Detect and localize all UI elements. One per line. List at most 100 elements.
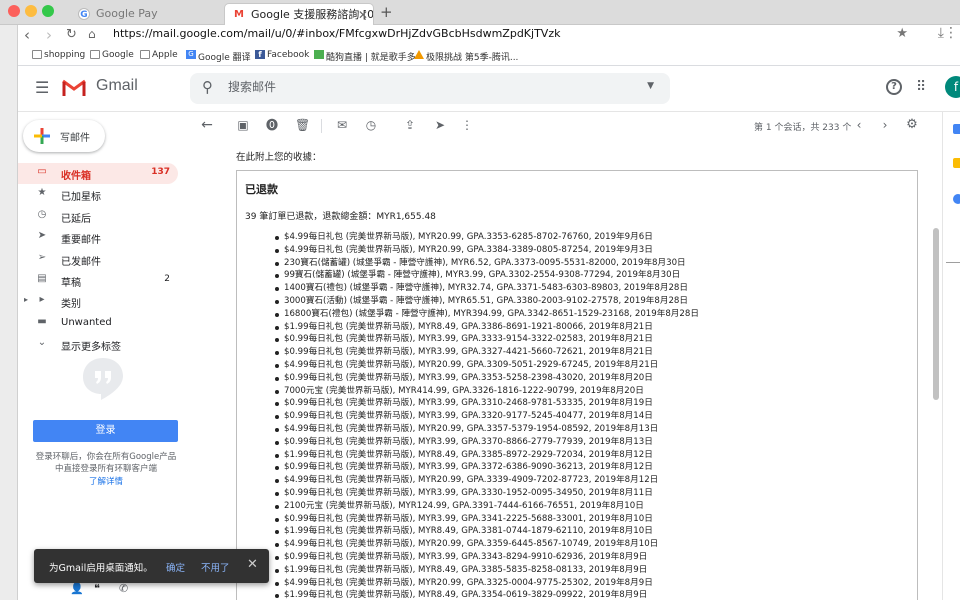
report-spam-icon[interactable]: ⓿ <box>265 118 279 132</box>
pagination-text: 第 1 个会话，共 233 个 <box>754 123 852 133</box>
refund-item: 1400寶石(禮包) (城堡爭霸 - 陣營守護神), MYR32.74, GPA… <box>275 282 909 295</box>
refund-item: 3000寶石(活動) (城堡爭霸 - 陣營守護神), MYR65.51, GPA… <box>275 295 909 308</box>
close-tab-icon[interactable]: ✕ <box>358 4 368 25</box>
older-chevron-icon[interactable]: › <box>878 118 892 132</box>
message-body: 在此附上您的收據： 已退款 39 筆訂單已退款，退款總金額：MYR1,655.4… <box>188 140 930 600</box>
sidebar-item[interactable]: ◷ 已延后 <box>18 206 178 227</box>
refund-item: $4.99每日礼包 (完美世界新马版), MYR20.99, GPA.3339-… <box>275 474 909 487</box>
keep-icon[interactable] <box>953 158 960 168</box>
back-to-inbox-icon[interactable]: ← <box>200 118 214 132</box>
scrollbar-thumb[interactable] <box>933 228 939 400</box>
refund-receipt: 已退款 39 筆訂單已退款，退款總金額：MYR1,655.48 $4.99每日礼… <box>236 170 918 600</box>
archive-icon[interactable]: ▣ <box>236 118 250 132</box>
compose-button[interactable]: 写邮件 <box>23 120 105 152</box>
bookmark-star-icon[interactable]: ★ <box>896 26 908 41</box>
refund-item: 99寶石(儲蓄罐) (城堡爭霸 - 陣營守護神), MYR3.99, GPA.3… <box>275 269 909 282</box>
hangouts-login-button[interactable]: 登录 <box>33 420 178 442</box>
refund-item: 16800寶石(禮包) (城堡爭霸 - 陣營守護神), MYR394.99, G… <box>275 308 909 321</box>
minimize-window-button[interactable] <box>25 5 37 17</box>
message-scrollbar[interactable] <box>930 140 942 600</box>
folder-icon <box>32 50 42 59</box>
refund-item: $4.99每日礼包 (完美世界新马版), MYR20.99, GPA.3384-… <box>275 244 909 257</box>
snackbar-dismiss-button[interactable]: 不用了 <box>201 560 230 574</box>
gmail-header: ☰ Gmail ⚲ ▼ ? ⠿ f <box>18 66 960 112</box>
chat-bubble-icon[interactable]: ❝ <box>94 582 100 595</box>
person-icon[interactable]: 👤 <box>70 582 84 595</box>
toolbar-divider <box>321 119 322 133</box>
close-icon[interactable]: ✕ <box>247 557 258 572</box>
main-menu-icon[interactable]: ☰ <box>35 78 49 97</box>
browser-tab-gmail[interactable]: M Google 支援服務諮詢 [0-40858 ✕ <box>224 3 374 25</box>
phone-icon[interactable]: ✆ <box>119 582 128 595</box>
refund-summary: 39 筆訂單已退款，退款總金額：MYR1,655.48 <box>245 212 436 222</box>
sidebar-item-label: 收件箱 <box>61 171 91 182</box>
move-to-icon[interactable]: ⇪ <box>403 118 417 132</box>
apps-grid-icon[interactable]: ⠿ <box>916 79 926 95</box>
refund-item: $1.99每日礼包 (完美世界新马版), MYR8.49, GPA.3381-0… <box>275 525 909 538</box>
delete-icon[interactable]: 🗑 <box>295 118 310 132</box>
browser-tab-google-pay[interactable]: G Google Pay <box>70 3 222 25</box>
side-panel-rail <box>942 112 960 600</box>
compose-plus-icon <box>33 123 51 150</box>
url-field[interactable]: https://mail.google.com/mail/u/0/#inbox/… <box>113 27 560 40</box>
forward-arrow-icon[interactable]: › <box>46 26 52 44</box>
sidebar-item[interactable]: ⌄ 显示更多标签 <box>18 334 178 355</box>
tasks-icon[interactable] <box>953 194 960 204</box>
snackbar-confirm-button[interactable]: 确定 <box>166 560 185 574</box>
label-icon[interactable]: ➤ <box>433 118 447 132</box>
translate-icon: G <box>186 50 196 59</box>
new-tab-button[interactable]: + <box>380 3 393 21</box>
help-icon[interactable]: ? <box>886 79 902 95</box>
newer-chevron-icon[interactable]: ‹ <box>852 118 866 132</box>
expand-arrow-icon[interactable]: ▸ <box>24 295 28 304</box>
search-input[interactable] <box>228 80 608 94</box>
back-arrow-icon[interactable]: ‹ <box>24 26 30 44</box>
kugou-icon <box>314 50 324 59</box>
snooze-icon[interactable]: ◷ <box>364 118 378 132</box>
more-options-icon[interactable]: ⋮ <box>460 118 474 132</box>
gmail-logo-icon[interactable] <box>62 79 86 97</box>
bookmark-kugou-live[interactable]: 酷狗直播 | 就是歌手多 <box>314 50 416 63</box>
sidebar-item[interactable]: ▸ ▸ 类别 <box>18 291 178 312</box>
avatar[interactable]: f <box>945 76 960 98</box>
settings-gear-icon[interactable]: ⚙ <box>905 118 919 132</box>
calendar-icon[interactable] <box>953 124 960 134</box>
refund-item: $4.99每日礼包 (完美世界新马版), MYR20.99, GPA.3359-… <box>275 538 909 551</box>
refund-item: $4.99每日礼包 (完美世界新马版), MYR20.99, GPA.3357-… <box>275 423 909 436</box>
sidebar-item[interactable]: ▭ 收件箱 137 <box>18 163 178 184</box>
rail-divider <box>946 262 960 263</box>
message-intro: 在此附上您的收據： <box>236 152 322 163</box>
close-window-button[interactable] <box>8 5 20 17</box>
home-icon[interactable]: ⌂ <box>88 27 96 41</box>
bookmark-tencent-video[interactable]: 极限挑战 第5季-腾讯... <box>414 50 518 63</box>
bookmark-google-translate[interactable]: G Google 翻译 <box>186 50 251 63</box>
bookmark-apple[interactable]: Apple <box>140 50 178 60</box>
bookmark-facebook[interactable]: f Facebook <box>255 50 309 60</box>
message-toolbar: ← ▣ ⓿ 🗑 ✉ ◷ ⇪ ➤ ⋮ 第 1 个会话，共 233 个 ‹ › ⚙ <box>188 112 934 140</box>
refund-item: $0.99每日礼包 (完美世界新马版), MYR3.99, GPA.3330-1… <box>275 487 909 500</box>
label-icon: ▸ <box>39 294 45 306</box>
sidebar-item[interactable]: ★ 已加星标 <box>18 184 178 205</box>
sidebar: 写邮件 ▭ 收件箱 137 ★ 已加星标 ◷ 已延后 ➤ 重要邮件 ➢ 已发邮件 ▤ 草稿 2 ▸ ▸ 类别 ▬ U… <box>18 112 188 600</box>
search-icon[interactable]: ⚲ <box>202 78 213 96</box>
bookmark-google[interactable]: Google <box>90 50 134 60</box>
bookmark-shopping[interactable]: shopping <box>32 50 85 60</box>
refund-item: $0.99每日礼包 (完美世界新马版), MYR3.99, GPA.3370-8… <box>275 436 909 449</box>
folder-icon <box>140 50 150 59</box>
chevron-down-icon: ⌄ <box>37 337 47 349</box>
browser-menu-icon[interactable]: ⋮ <box>944 25 958 41</box>
search-box[interactable]: ⚲ ▼ <box>190 73 670 104</box>
sidebar-item[interactable]: ▤ 草稿 2 <box>18 270 178 291</box>
sidebar-item[interactable]: ➤ 重要邮件 <box>18 227 178 248</box>
sidebar-item[interactable]: ▬ Unwanted <box>18 313 178 334</box>
reload-icon[interactable]: ↻ <box>66 27 77 42</box>
refund-item: $0.99每日礼包 (完美世界新马版), MYR3.99, GPA.3343-8… <box>275 551 909 564</box>
learn-more-link[interactable]: 了解详情 <box>18 475 194 487</box>
sidebar-item[interactable]: ➢ 已发邮件 <box>18 249 178 270</box>
star-icon: ★ <box>37 187 47 199</box>
sidebar-item-label: 重要邮件 <box>61 235 101 247</box>
search-options-dropdown-icon[interactable]: ▼ <box>647 81 654 91</box>
mark-unread-icon[interactable]: ✉ <box>335 118 349 132</box>
hangouts-icon <box>83 358 123 400</box>
maximize-window-button[interactable] <box>42 5 54 17</box>
